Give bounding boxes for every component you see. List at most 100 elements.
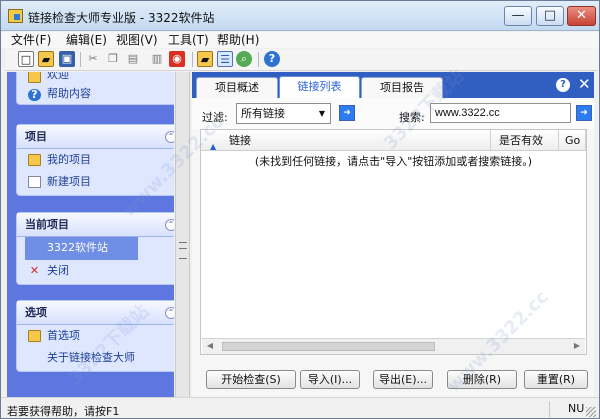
toolbar-separator xyxy=(258,52,259,67)
num-lock-indicator: NU xyxy=(549,401,591,417)
splitter-grip-icon xyxy=(179,242,187,259)
cut-icon: ✂ xyxy=(88,52,98,65)
save-button[interactable]: ▣ xyxy=(59,51,75,67)
cut-button[interactable]: ✂ xyxy=(85,51,101,67)
current-project-panel: 当前项目 ⌃ 3322软件站 ✕ 关闭 xyxy=(16,212,174,285)
status-bar: 若要获得帮助，请按F1 NU xyxy=(1,397,599,418)
search-icon: ⌕ xyxy=(240,52,248,65)
collapse-current-project-icon[interactable]: ⌃ xyxy=(165,219,174,231)
main-content: 项目概述 链接列表 项目报告 ? ✕ 过滤: 所有链接 ➜ 搜索: www.33… xyxy=(192,72,594,404)
menu-help[interactable]: 帮助(H) xyxy=(217,32,259,48)
application-window: 链接检查大师专业版 - 3322软件站 — □ ✕ 文件(F) 编辑(E) 视图… xyxy=(0,0,600,419)
copy-icon: ❐ xyxy=(108,52,118,65)
stop-icon: ◉ xyxy=(172,52,182,65)
help-icon[interactable]: ? xyxy=(556,78,570,92)
project-folder-icon xyxy=(28,154,41,166)
sidebar-item-label: 新建项目 xyxy=(47,175,91,188)
close-tab-icon[interactable]: ✕ xyxy=(578,76,591,92)
resize-grip-icon[interactable] xyxy=(586,407,596,417)
collapse-projects-icon[interactable]: ⌃ xyxy=(165,131,174,143)
list-view-button[interactable]: ☰ xyxy=(217,51,233,67)
sidebar-item-preferences[interactable]: 首选项 xyxy=(17,325,174,347)
menu-edit[interactable]: 编辑(E) xyxy=(66,32,107,48)
column-header-link[interactable]: ▲ 链接 xyxy=(201,130,491,151)
scroll-left-icon[interactable]: ◀ xyxy=(204,340,216,352)
tab-project-overview[interactable]: 项目概述 xyxy=(196,77,278,98)
collapse-options-icon[interactable]: ⌃ xyxy=(165,307,174,319)
filter-label: 过滤: xyxy=(202,111,228,124)
search-input-value: www.3322.cc xyxy=(435,107,500,119)
sidebar-item-label: 关于链接检查大师 xyxy=(47,351,135,364)
new-document-button[interactable]: □ xyxy=(18,51,34,67)
welcome-icon xyxy=(28,72,41,83)
filter-go-icon[interactable]: ➜ xyxy=(339,105,355,121)
scroll-right-icon[interactable]: ▶ xyxy=(571,340,583,352)
new-document-icon: □ xyxy=(20,53,32,66)
help-button[interactable]: ? xyxy=(264,51,280,67)
menu-view[interactable]: 视图(V) xyxy=(116,32,158,48)
paste-icon: ▤ xyxy=(127,52,139,65)
sidebar-item-help-content[interactable]: ? 帮助内容 xyxy=(17,84,174,104)
title-bar[interactable]: 链接检查大师专业版 - 3322软件站 — □ ✕ xyxy=(1,1,599,31)
column-header-valid[interactable]: 是否有效 xyxy=(491,130,559,151)
minimize-icon: — xyxy=(511,8,525,23)
import-button[interactable]: 导入(I)... xyxy=(300,370,360,389)
column-header-label: 链接 xyxy=(229,134,251,147)
minimize-button[interactable]: — xyxy=(504,6,532,26)
column-header-go[interactable]: Go xyxy=(559,130,586,151)
empty-list-message: (未找到任何链接，请点击"导入"按钮添加或者搜索链接。) xyxy=(254,155,533,168)
paste-button[interactable]: ▤ xyxy=(125,51,141,67)
maximize-icon: □ xyxy=(543,8,557,23)
sidebar-item-my-projects[interactable]: 我的项目 xyxy=(17,149,174,171)
close-window-button[interactable]: ✕ xyxy=(567,6,596,26)
sidebar-item-current-site[interactable]: 3322软件站 xyxy=(25,237,138,260)
sidebar-item-close-project[interactable]: ✕ 关闭 xyxy=(17,260,174,282)
reset-button[interactable]: 重置(R) xyxy=(524,370,588,389)
filter-select[interactable]: 所有链接 xyxy=(236,103,331,124)
start-check-button[interactable]: 开始检查(S) xyxy=(206,370,296,389)
status-text: 若要获得帮助，请按F1 xyxy=(7,405,120,418)
search-go-icon[interactable]: ➜ xyxy=(576,105,592,121)
print-button[interactable]: ▥ xyxy=(149,51,165,67)
toolbar-separator xyxy=(192,52,193,67)
stop-button[interactable]: ◉ xyxy=(169,51,185,67)
preferences-icon xyxy=(28,330,41,342)
open-button[interactable]: ▰ xyxy=(38,51,54,67)
close-icon: ✕ xyxy=(576,8,587,23)
filter-bar: 过滤: 所有链接 ➜ 搜索: www.3322.cc ➜ xyxy=(192,98,594,129)
menu-file[interactable]: 文件(F) xyxy=(11,32,51,48)
menu-tools[interactable]: 工具(T) xyxy=(168,32,209,48)
scroll-thumb[interactable] xyxy=(222,342,435,351)
help-icon: ? xyxy=(268,52,276,65)
toolbar-separator xyxy=(80,52,81,67)
sidebar-splitter[interactable] xyxy=(175,72,190,404)
tab-project-report[interactable]: 项目报告 xyxy=(361,77,443,98)
save-icon: ▣ xyxy=(61,52,73,65)
panel-title-projects: 项目 xyxy=(17,125,174,149)
list-view-icon: ☰ xyxy=(220,53,230,66)
table-header: ▲ 链接 是否有效 Go xyxy=(201,130,586,151)
maximize-button[interactable]: □ xyxy=(536,6,564,26)
export-button[interactable]: 导出(E)... xyxy=(373,370,433,389)
delete-button[interactable]: 删除(R) xyxy=(447,370,517,389)
action-buttons: 开始检查(S) 导入(I)... 导出(E)... 删除(R) 重置(R) xyxy=(192,364,594,400)
search-button[interactable]: ⌕ xyxy=(236,51,252,67)
tab-link-list[interactable]: 链接列表 xyxy=(279,76,360,98)
folder-view-icon: ▰ xyxy=(200,53,210,66)
tab-bar: 项目概述 链接列表 项目报告 ? ✕ xyxy=(192,72,594,98)
new-project-icon xyxy=(28,176,41,188)
sidebar-item-about[interactable]: 关于链接检查大师 xyxy=(17,347,174,369)
panel-title-options: 选项 xyxy=(17,301,174,325)
search-input[interactable]: www.3322.cc xyxy=(430,103,571,123)
sidebar-item-label: 帮助内容 xyxy=(47,87,91,100)
sidebar-item-welcome[interactable]: 欢迎 xyxy=(17,72,174,84)
filter-selected-value: 所有链接 xyxy=(241,107,285,120)
copy-button[interactable]: ❐ xyxy=(105,51,121,67)
start-panel: 欢迎 ? 帮助内容 xyxy=(16,72,174,105)
horizontal-scrollbar[interactable]: ◀ ▶ xyxy=(202,338,585,354)
options-panel: 选项 ⌃ 首选项 关于链接检查大师 xyxy=(16,300,174,372)
folder-view-button[interactable]: ▰ xyxy=(197,51,213,67)
close-icon: ✕ xyxy=(29,264,40,277)
sidebar-item-new-project[interactable]: 新建项目 xyxy=(17,171,174,193)
sidebar-item-label: 3322软件站 xyxy=(47,241,108,254)
